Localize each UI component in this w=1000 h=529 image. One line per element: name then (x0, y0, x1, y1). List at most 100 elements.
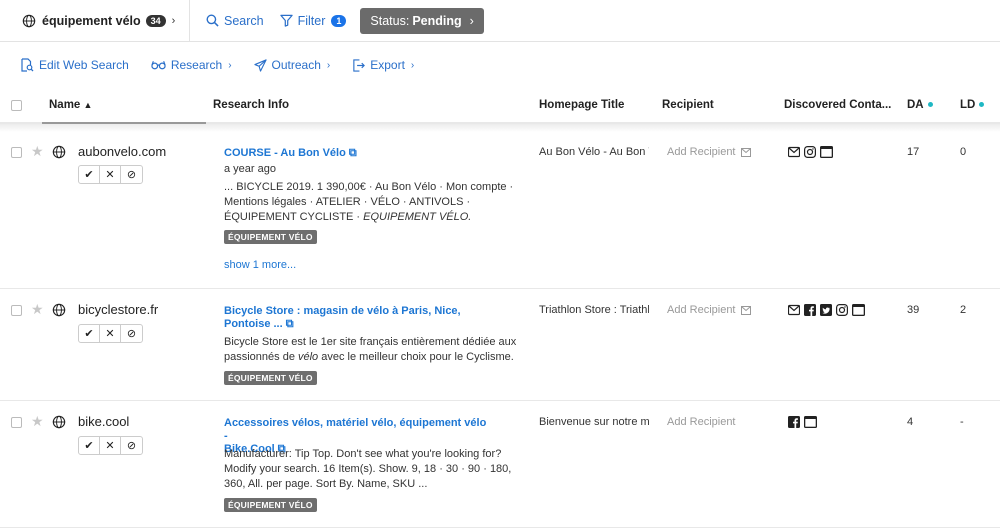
approve-icon[interactable]: ✔ (79, 166, 100, 183)
snippet-text: avec le meilleur choix pour le Cyclisme. (318, 351, 514, 363)
export-menu[interactable]: Export › (352, 58, 414, 72)
filter-label: Filter (297, 13, 326, 28)
star-icon[interactable]: ★ (31, 301, 44, 318)
filter-button[interactable]: Filter 1 (279, 13, 347, 28)
snippet-text: passionnés de (224, 351, 298, 363)
status-value: Pending (412, 13, 462, 28)
column-da[interactable]: DA (907, 99, 933, 111)
select-all-checkbox[interactable] (11, 100, 22, 111)
ld-indicator-dot (979, 102, 985, 108)
mail-icon[interactable] (788, 146, 800, 158)
row-actions: ✔ ✕ ⊘ (78, 324, 143, 343)
status-button[interactable]: Status: Pending › (360, 7, 484, 34)
add-recipient-label: Add Recipient (667, 146, 736, 158)
show-more-link[interactable]: show 1 more... (224, 259, 296, 271)
add-recipient-button[interactable]: Add Recipient (667, 304, 751, 316)
snippet-line: Manufacturer: Tip Top. Don't see what yo… (224, 448, 502, 460)
research-meta: a year ago (224, 163, 276, 175)
external-link-icon: ⧉ (348, 147, 357, 159)
da-value: 4 (907, 416, 914, 428)
block-icon[interactable]: ⊘ (121, 166, 142, 183)
status-prefix: Status: (370, 13, 410, 28)
instagram-icon[interactable] (804, 146, 816, 158)
facebook-icon[interactable] (804, 304, 816, 316)
domain-name[interactable]: bicyclestore.fr (78, 302, 158, 317)
instagram-icon[interactable] (836, 304, 848, 316)
research-snippet: ... BICYCLE 2019. 1 390,00€ · Au Bon Vél… (224, 180, 514, 225)
add-recipient-button[interactable]: Add Recipient (667, 416, 736, 428)
table-row[interactable]: ★ aubonvelo.com ✔ ✕ ⊘ COURSE - Au Bon Vé… (0, 132, 1000, 289)
domain-name[interactable]: bike.cool (78, 414, 129, 429)
facebook-icon[interactable] (788, 416, 800, 428)
campaign-selector[interactable]: équipement vélo 34 › (0, 0, 190, 42)
search-button[interactable]: Search (206, 14, 264, 28)
window-icon[interactable] (820, 146, 833, 158)
add-recipient-label: Add Recipient (667, 304, 736, 316)
mail-icon[interactable] (788, 304, 800, 316)
chevron-right-icon: › (469, 13, 474, 28)
outreach-menu[interactable]: Outreach › (253, 58, 330, 72)
column-homepage-title[interactable]: Homepage Title (539, 99, 624, 111)
row-checkbox[interactable] (11, 417, 22, 428)
block-icon[interactable]: ⊘ (121, 437, 142, 454)
mail-small-icon (740, 147, 751, 157)
reject-icon[interactable]: ✕ (100, 325, 121, 342)
research-title-text: COURSE - Au Bon Vélo (224, 147, 346, 159)
export-icon (353, 58, 366, 72)
approve-icon[interactable]: ✔ (79, 325, 100, 342)
keyword-tag: ÉQUIPEMENT VÉLO (224, 230, 317, 244)
column-name-label: Name (49, 99, 81, 111)
snippet-line: 360, All. per page. Sort By. Name, SKU .… (224, 478, 428, 490)
column-ld[interactable]: LD (960, 99, 985, 111)
column-recipient[interactable]: Recipient (662, 99, 714, 111)
globe-icon (22, 14, 36, 27)
column-name[interactable]: Name ▲ (49, 99, 92, 111)
research-label: Research (170, 58, 223, 72)
campaign-count-badge: 34 (145, 14, 166, 27)
da-value: 17 (907, 146, 920, 158)
da-indicator-dot (927, 102, 933, 108)
window-icon[interactable] (804, 416, 817, 428)
globe-icon (52, 303, 66, 317)
window-icon[interactable] (852, 304, 865, 316)
filter-icon (279, 14, 293, 27)
export-label: Export (370, 58, 405, 72)
homepage-title: Au Bon Vélo - Au Bon Vélo (539, 146, 649, 158)
reject-icon[interactable]: ✕ (100, 437, 121, 454)
column-discovered-contacts[interactable]: Discovered Conta... (784, 99, 891, 111)
column-da-label: DA (907, 99, 924, 111)
research-title-link[interactable]: COURSE - Au Bon Vélo ⧉ (224, 147, 492, 160)
snippet-line: Bicycle Store est le 1er site français e… (224, 336, 517, 348)
table-row[interactable]: ★ bicyclestore.fr ✔ ✕ ⊘ Bicycle Store : … (0, 290, 1000, 401)
star-icon[interactable]: ★ (31, 413, 44, 430)
search-label: Search (224, 13, 264, 28)
column-research-info[interactable]: Research Info (213, 99, 289, 111)
keyword-tag: ÉQUIPEMENT VÉLO (224, 498, 317, 512)
block-icon[interactable]: ⊘ (121, 325, 142, 342)
table-header: Name ▲ Research Info Homepage Title Reci… (0, 88, 1000, 124)
reject-icon[interactable]: ✕ (100, 166, 121, 183)
domain-name[interactable]: aubonvelo.com (78, 144, 166, 159)
table-row[interactable]: ★ bike.cool ✔ ✕ ⊘ Accessoires vélos, mat… (0, 402, 1000, 528)
discovered-contacts (788, 416, 817, 428)
snippet-highlight: vélo (298, 351, 319, 363)
approve-icon[interactable]: ✔ (79, 437, 100, 454)
globe-icon (52, 415, 66, 429)
twitter-icon[interactable] (820, 304, 832, 316)
snippet-highlight: EQUIPEMENT VÉLO. (363, 211, 472, 223)
snippet-line: passionnés de vélo avec le meilleur choi… (224, 350, 524, 365)
row-checkbox[interactable] (11, 147, 22, 158)
research-title-link[interactable]: Bicycle Store : magasin de vélo à Paris,… (224, 305, 492, 331)
document-search-icon (21, 58, 34, 72)
add-recipient-button[interactable]: Add Recipient (667, 146, 751, 158)
glasses-icon (151, 61, 166, 70)
mail-small-icon (740, 305, 751, 315)
research-snippet: Bicycle Store est le 1er site français e… (224, 335, 524, 365)
snippet-line: Mentions légales · ATELIER · VÉLO · ANTI… (224, 196, 471, 208)
row-checkbox[interactable] (11, 305, 22, 316)
edit-web-search-button[interactable]: Edit Web Search (20, 58, 129, 72)
search-icon (206, 14, 219, 27)
research-menu[interactable]: Research › (151, 58, 232, 72)
discovered-contacts (788, 304, 865, 316)
star-icon[interactable]: ★ (31, 143, 44, 160)
